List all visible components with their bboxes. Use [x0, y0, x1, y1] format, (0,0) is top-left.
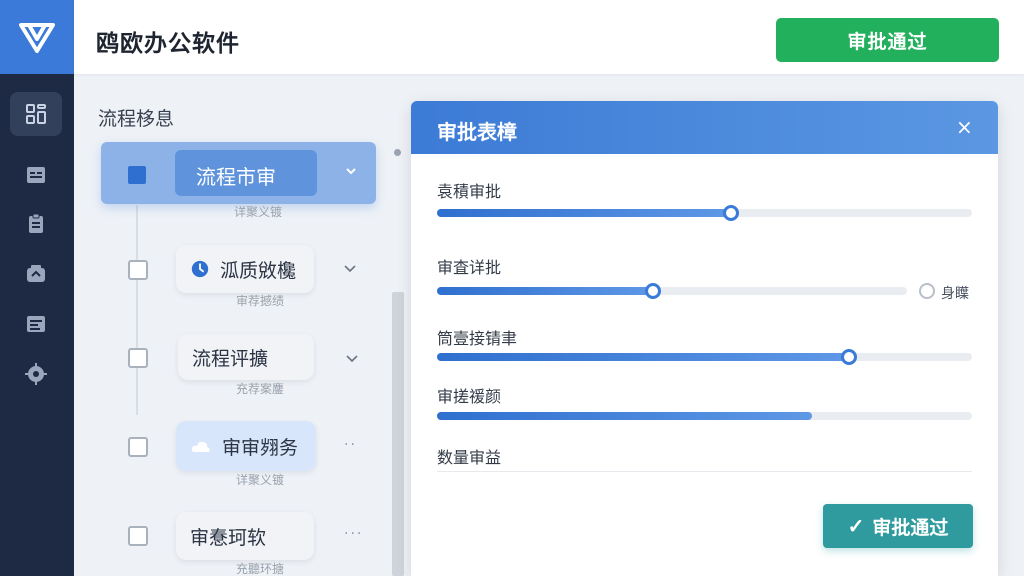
field-label: 筒壹接锖聿: [437, 329, 518, 348]
share-icon: [27, 265, 45, 282]
flow-head-label: 流程市审: [196, 165, 276, 189]
more-icon[interactable]: ··: [344, 437, 357, 453]
nav-item-share[interactable]: [10, 252, 62, 296]
divider: [437, 471, 972, 472]
chevron-down-icon[interactable]: [345, 351, 359, 365]
slider-handle[interactable]: [723, 205, 740, 221]
nav-item-tasks[interactable]: [10, 202, 62, 246]
list-item[interactable]: 泒质敓欃: [176, 245, 314, 293]
slider-handle[interactable]: [645, 283, 662, 299]
slider-handle[interactable]: [840, 349, 857, 365]
slider[interactable]: [437, 349, 972, 365]
list-item[interactable]: 流程评擴: [178, 334, 314, 380]
list-item-sub: 详聚义镀: [236, 473, 285, 487]
logo[interactable]: [0, 0, 74, 74]
list-icon: [27, 167, 45, 183]
grid-icon: [26, 104, 46, 124]
header: 鸥欧办公软件 审批通过: [74, 0, 1024, 74]
list-item-sub: 充聽环搪: [236, 562, 285, 576]
scrollbar[interactable]: [392, 292, 404, 576]
list-item-label: 流程评擴: [192, 347, 269, 370]
dialog-header: 审批表樟 ×: [411, 101, 998, 154]
approve-button-bottom[interactable]: ✓ 审批通过: [823, 504, 973, 548]
more-icon[interactable]: ···: [344, 526, 363, 542]
gear-icon: [25, 363, 47, 385]
field-label: 数量审益: [437, 448, 502, 467]
list-item-label: 审惷珂软: [190, 526, 267, 549]
field-label: 审搓禐颜: [437, 387, 502, 406]
list-item-label: 审审翙务: [222, 436, 299, 459]
slider-fill: [437, 353, 849, 361]
scroll-indicator-dot: [394, 149, 401, 156]
radio-button[interactable]: [919, 283, 935, 299]
check-icon: ✓: [847, 515, 865, 538]
cloud-icon: [191, 441, 210, 452]
chevron-down-icon[interactable]: [343, 261, 357, 275]
field-label: 审査详批: [437, 258, 502, 277]
approve-button-top[interactable]: 审批通过: [776, 18, 999, 62]
dialog-title: 审批表樟: [437, 120, 517, 144]
progress-fill: [437, 412, 812, 420]
approval-dialog: 审批表樟 × 袁積审批 审査详批 身瞸 筒壹接锖聿 审搓禐颜 数量审益 ✓ 审批…: [411, 101, 998, 576]
list-item-sub: 审荐撼绩: [236, 294, 285, 308]
slider-fill: [437, 287, 654, 295]
list-item[interactable]: 审惷珂软: [176, 512, 314, 560]
nav-item-dashboard[interactable]: [10, 92, 62, 136]
item-checkbox[interactable]: [128, 526, 148, 546]
slider[interactable]: [437, 205, 972, 221]
flow-head-item[interactable]: 流程市审: [101, 142, 376, 204]
field-label: 袁積审批: [437, 182, 502, 201]
item-checkbox[interactable]: [128, 348, 148, 368]
nav-item-documents[interactable]: [10, 302, 62, 346]
tree-line: [136, 205, 138, 415]
panel-title: 流程栘息: [98, 108, 175, 130]
document-icon: [27, 316, 45, 332]
list-item-sub: 充荐案鏖: [236, 382, 285, 396]
list-item-label: 泒质敓欃: [220, 259, 297, 282]
nav-item-settings[interactable]: [10, 352, 62, 396]
slider[interactable]: [437, 283, 907, 299]
slider-fill: [437, 209, 732, 217]
logo-icon: [19, 23, 55, 53]
radio-label: 身瞸: [941, 286, 969, 302]
clock-icon: [191, 260, 209, 278]
item-checkbox[interactable]: [128, 437, 148, 457]
clipboard-icon: [29, 213, 43, 233]
close-icon[interactable]: ×: [956, 117, 973, 137]
approve-button-label: 审批通过: [872, 517, 949, 539]
flow-head-sub: 详聚义镀: [234, 205, 283, 219]
progress-bar: [437, 412, 972, 420]
sidebar: [0, 0, 74, 576]
app-title: 鸥欧办公软件: [96, 31, 240, 57]
nav-item-list[interactable]: [10, 153, 62, 197]
chevron-down-icon[interactable]: [344, 164, 358, 178]
list-item[interactable]: 审审翙务: [176, 421, 316, 471]
item-checkbox[interactable]: [128, 260, 148, 280]
selected-checkbox[interactable]: [128, 166, 146, 184]
